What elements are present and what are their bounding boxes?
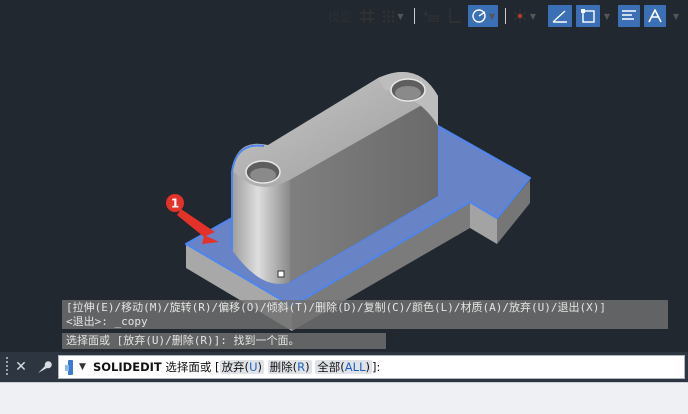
more-chevron-icon[interactable]: ▼ — [668, 5, 684, 27]
command-prompt-icon[interactable] — [65, 360, 75, 375]
command-prompt-text: SOLIDEDIT 选择面或 [放弃(U) 删除(R) 全部(ALL)]: — [93, 360, 380, 375]
option-undo[interactable]: 放弃(U) — [219, 360, 264, 374]
command-bar-grip[interactable] — [4, 357, 10, 377]
command-name: SOLIDEDIT — [93, 360, 162, 374]
dynamic-input-icon[interactable] — [420, 5, 442, 27]
ortho-icon[interactable] — [446, 5, 464, 27]
chevron-down-icon[interactable]: ▼ — [79, 360, 86, 375]
polar-icon[interactable]: ▼ — [468, 5, 498, 27]
history-line-exit: <退出>: _copy — [66, 315, 148, 328]
command-suffix: ]: — [371, 360, 381, 374]
customize-wrench-icon[interactable] — [35, 356, 53, 378]
hole-far-inner — [395, 86, 421, 100]
chevron-down-icon[interactable]: ▼ — [600, 5, 614, 27]
model-space-button[interactable]: 模型 — [325, 5, 355, 27]
command-prompt: 选择面或 [ — [165, 360, 220, 374]
status-separator — [414, 8, 415, 24]
hole-near-inner — [250, 168, 276, 182]
command-history-result: 选择面或 [放弃(U)/删除(R)]: 找到一个面。 — [62, 333, 386, 349]
lineweight-icon[interactable] — [618, 5, 640, 27]
command-history-block: [拉伸(E)/移动(M)/旋转(R)/偏移(O)/倾斜(T)/删除(D)/复制(… — [62, 300, 668, 329]
angle-icon[interactable] — [548, 5, 572, 27]
option-remove[interactable]: 删除(R) — [267, 360, 312, 374]
command-input[interactable]: ▼ SOLIDEDIT 选择面或 [放弃(U) 删除(R) 全部(ALL)]: — [58, 355, 685, 379]
status-bar — [0, 382, 688, 414]
grid-icon[interactable] — [358, 5, 376, 27]
close-icon[interactable]: ✕ — [12, 356, 30, 378]
grip-handle[interactable] — [277, 270, 285, 278]
annotation-scale-icon[interactable] — [644, 5, 666, 27]
snap-icon[interactable]: ▼ — [380, 5, 406, 27]
status-separator — [505, 8, 506, 24]
isometric-icon[interactable]: ▼ — [510, 5, 538, 27]
callout-number: 1 — [171, 197, 179, 211]
history-line-options: [拉伸(E)/移动(M)/旋转(R)/偏移(O)/倾斜(T)/删除(D)/复制(… — [66, 301, 607, 314]
object-snap-icon[interactable] — [576, 5, 600, 27]
option-all[interactable]: 全部(ALL) — [315, 360, 372, 374]
